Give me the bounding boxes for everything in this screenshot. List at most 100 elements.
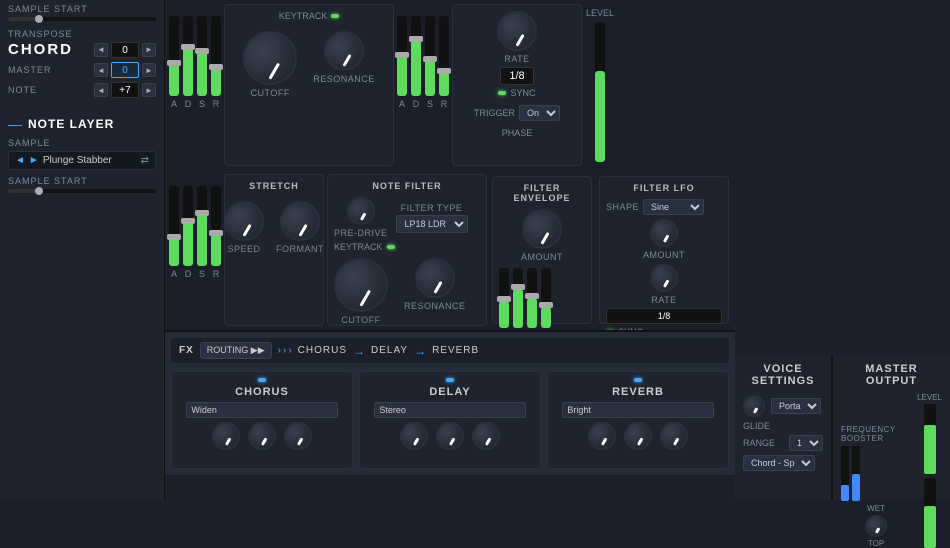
wet-knob[interactable] (865, 515, 887, 537)
chord-value[interactable]: 0 (111, 42, 139, 58)
adsr-mid-d-slider[interactable] (411, 16, 421, 96)
adsr-lb-r-slider[interactable] (211, 186, 221, 266)
reverb-title: REVERB (612, 386, 664, 398)
sample-start-bottom-label: SAMPLE START (8, 176, 156, 186)
delay-led[interactable] (446, 378, 454, 382)
filter-lfo-rate-knob[interactable] (650, 264, 678, 292)
stretch-speed-knob[interactable] (224, 201, 264, 241)
chorus-knob-2[interactable] (248, 422, 276, 450)
level-meter-r[interactable] (924, 478, 936, 548)
sync-led[interactable] (498, 91, 506, 95)
fenv-r-slider[interactable] (541, 268, 551, 328)
reverb-preset-select[interactable]: Bright Dark Hall (562, 402, 713, 418)
chorus-led[interactable] (258, 378, 266, 382)
cutoff-knob-container: CUTOFF (243, 31, 297, 98)
chord-speed-select[interactable]: Chord - Speed Note - Speed (743, 455, 815, 471)
trigger-select[interactable]: On Off (519, 105, 560, 121)
phase-row-top: PHASE (502, 128, 533, 138)
filter-lfo-amount-knob[interactable] (650, 219, 678, 247)
filter-env-title: FILTER ENVELOPE (499, 183, 585, 203)
keytrack-bottom-led[interactable] (387, 245, 395, 249)
adsr-lb-s-slider[interactable] (197, 186, 207, 266)
filter-type-select[interactable]: LP18 LDR HP BP (396, 215, 468, 233)
trigger-label: TRIGGER (474, 108, 515, 118)
master-value[interactable]: 0 (111, 62, 139, 78)
glide-label-row: GLIDE (743, 421, 823, 431)
glide-knob[interactable] (743, 395, 765, 417)
voice-settings: VOICE SETTINGS Porta Glide GLIDE RANGE 1… (735, 355, 832, 500)
reverb-led[interactable] (634, 378, 642, 382)
sample-next-btn[interactable]: ► (29, 155, 39, 166)
porta-select[interactable]: Porta Glide (771, 398, 821, 414)
filter-lfo-rate-value[interactable]: 1/8 (606, 308, 722, 324)
master-up-btn[interactable]: ► (142, 63, 156, 77)
adsr-mid-s-slider[interactable] (425, 16, 435, 96)
filter-env-adsr-sliders (499, 268, 585, 328)
range-select[interactable]: 1 2 4 (789, 435, 823, 451)
freq-slider-2[interactable] (852, 446, 860, 501)
fenv-a-slider[interactable] (499, 268, 509, 328)
shuffle-btn[interactable]: ⇄ (141, 155, 149, 166)
routing-btn[interactable]: ROUTING ▶▶ (200, 342, 272, 359)
fx-label: FX (179, 345, 194, 356)
level-track[interactable] (595, 22, 605, 162)
filter-env-amount-knob[interactable] (522, 209, 562, 249)
adsr-mid-sliders (397, 6, 449, 96)
reverb-knob-1[interactable] (588, 422, 616, 450)
note-value[interactable]: +7 (111, 82, 139, 98)
reverb-knob-2[interactable] (624, 422, 652, 450)
fx-arrow-2: → (414, 344, 426, 358)
note-filter-module: NOTE FILTER PRE-DRIVE FILTER TYPE LP18 L… (327, 174, 487, 326)
bottom-synth-row: A D S R STRETCH SPEED FORMANT (165, 170, 735, 330)
resonance-bottom-label: RESONANCE (404, 301, 466, 311)
chord-down-btn[interactable]: ◄ (94, 43, 108, 57)
note-down-btn[interactable]: ◄ (94, 83, 108, 97)
sample-name: Plunge Stabber (43, 155, 137, 166)
level-meter-l[interactable] (924, 404, 936, 474)
adsr-d-slider[interactable] (183, 16, 193, 96)
lfo-rate-knob[interactable] (497, 11, 537, 51)
sample-start-top-section: SAMPLE START (8, 4, 156, 21)
adsr-lb-a-slider[interactable] (169, 186, 179, 266)
adsr-mid-a-slider[interactable] (397, 16, 407, 96)
note-up-btn[interactable]: ► (142, 83, 156, 97)
freq-slider-1[interactable] (841, 446, 849, 501)
pre-drive-knob[interactable] (347, 197, 375, 225)
level-meter-label: LEVEL (917, 393, 942, 402)
adsr-a-slider[interactable] (169, 16, 179, 96)
sample-start-bottom-section: SAMPLE START (8, 176, 156, 193)
level-panel: LEVEL (585, 4, 615, 166)
resonance-bottom-knob[interactable] (415, 258, 455, 298)
adsr-mid-r-slider[interactable] (439, 16, 449, 96)
fenv-d-slider[interactable] (513, 268, 523, 328)
level-label: LEVEL (586, 8, 614, 18)
sample-start-top-slider[interactable] (8, 17, 156, 21)
sample-start-bottom-slider[interactable] (8, 189, 156, 193)
fx-effects-row: CHORUS Widen Classic Flanger (171, 371, 729, 469)
shape-select[interactable]: Sine Square Triangle (643, 199, 704, 215)
adsr-lb-d-slider[interactable] (183, 186, 193, 266)
fenv-s-slider[interactable] (527, 268, 537, 328)
resonance-knob[interactable] (324, 31, 364, 71)
chorus-preset-select[interactable]: Widen Classic Flanger (186, 402, 337, 418)
adsr-left: A D S R (169, 4, 221, 166)
reverb-knob-3[interactable] (660, 422, 688, 450)
adsr-r-slider[interactable] (211, 16, 221, 96)
delay-preset-select[interactable]: Stereo Mono Ping-Pong (374, 402, 525, 418)
delay-knob-2[interactable] (436, 422, 464, 450)
chord-up-btn[interactable]: ► (142, 43, 156, 57)
master-down-btn[interactable]: ◄ (94, 63, 108, 77)
cutoff-bottom-knob[interactable] (334, 258, 388, 312)
adsr-left-bottom: A D S R (169, 174, 221, 326)
cutoff-knob[interactable] (243, 31, 297, 85)
lfo-rate-value[interactable]: 1/8 (500, 67, 533, 85)
chorus-knob-1[interactable] (212, 422, 240, 450)
delay-knob-3[interactable] (472, 422, 500, 450)
keytrack-top-led[interactable] (331, 14, 339, 18)
adsr-s-slider[interactable] (197, 16, 207, 96)
chorus-knob-3[interactable] (284, 422, 312, 450)
stretch-formant-knob[interactable] (280, 201, 320, 241)
sample-prev-btn[interactable]: ◄ (15, 155, 25, 166)
delay-knob-1[interactable] (400, 422, 428, 450)
keytrack-bottom-row: KEYTRACK (334, 242, 480, 252)
